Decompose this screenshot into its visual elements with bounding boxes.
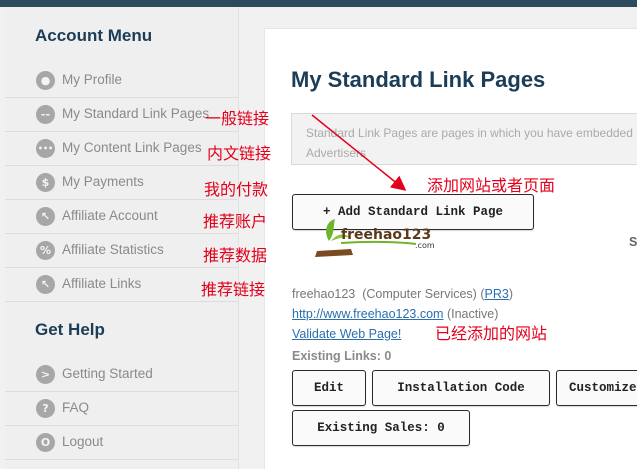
cursor-icon: ↖ bbox=[36, 275, 55, 294]
link-icon: -- bbox=[36, 105, 55, 124]
annotation-content-links: 内文链接 bbox=[207, 144, 272, 163]
sidebar-item-label: My Content Link Pages bbox=[62, 140, 202, 155]
account-menu-title: Account Menu bbox=[35, 26, 153, 45]
existing-links: Existing Links: 0 bbox=[292, 349, 391, 363]
annotation-added-site: 已经添加的网站 bbox=[435, 324, 548, 343]
sidebar-item-my-profile[interactable]: ● My Profile bbox=[5, 64, 238, 98]
sidebar: Account Menu ● My Profile -- My Standard… bbox=[5, 7, 239, 469]
dots-icon: ••• bbox=[36, 139, 55, 158]
percent-icon: % bbox=[36, 241, 55, 260]
sidebar-item-faq[interactable]: ? FAQ bbox=[5, 392, 238, 426]
annotation-payments: 我的付款 bbox=[204, 180, 269, 199]
top-bar bbox=[0, 0, 637, 7]
pr-close: ) bbox=[508, 287, 513, 301]
site-url-line: http://www.freehao123.com (Inactive) bbox=[292, 307, 498, 321]
main-content: My Standard Link Pages Standard Link Pag… bbox=[264, 28, 637, 469]
sidebar-item-label: Affiliate Statistics bbox=[62, 242, 164, 257]
site-name: freehao123 bbox=[292, 287, 356, 301]
dollar-icon: $ bbox=[36, 173, 55, 192]
annotation-add-site: 添加网站或者页面 bbox=[427, 176, 556, 195]
logo-suffix: .com bbox=[415, 241, 435, 250]
user-icon: ● bbox=[36, 71, 55, 90]
installation-code-button[interactable]: Installation Code bbox=[372, 370, 550, 406]
chevron-right-icon: > bbox=[36, 365, 55, 384]
question-icon: ? bbox=[36, 399, 55, 418]
page-title: My Standard Link Pages bbox=[291, 67, 546, 92]
sidebar-item-getting-started[interactable]: > Getting Started bbox=[5, 358, 238, 392]
get-help-title: Get Help bbox=[35, 320, 105, 339]
annotation-affiliate-statistics: 推荐数据 bbox=[203, 246, 268, 265]
existing-links-value: 0 bbox=[384, 349, 392, 363]
annotation-affiliate-account: 推荐账户 bbox=[203, 212, 268, 231]
sidebar-item-standard-link-pages[interactable]: -- My Standard Link Pages bbox=[5, 98, 238, 132]
info-box: Standard Link Pages are pages in which y… bbox=[291, 113, 637, 165]
power-icon: O bbox=[36, 433, 55, 452]
annotation-standard-links: 一般链接 bbox=[205, 109, 270, 128]
edge-letter: S bbox=[629, 235, 637, 249]
site-info-line: freehao123 (Computer Services) (PR3) bbox=[292, 287, 513, 301]
browser-viewport: Account Menu ● My Profile -- My Standard… bbox=[0, 0, 637, 469]
sidebar-item-logout[interactable]: O Logout bbox=[5, 426, 238, 460]
pagerank-link[interactable]: PR3 bbox=[485, 287, 509, 301]
site-category: (Computer Services) bbox=[362, 287, 477, 301]
freehao123-logo: freehao123 .com bbox=[315, 219, 435, 257]
cursor-icon: ↖ bbox=[36, 207, 55, 226]
sidebar-item-label: Logout bbox=[62, 434, 104, 449]
sidebar-item-label: My Payments bbox=[62, 174, 144, 189]
validate-web-page-link[interactable]: Validate Web Page! bbox=[292, 327, 401, 341]
info-text: Standard Link Pages are pages in which y… bbox=[306, 126, 633, 160]
annotation-affiliate-links: 推荐链接 bbox=[201, 280, 266, 299]
customize-button[interactable]: Customize bbox=[556, 370, 637, 406]
site-url-link[interactable]: http://www.freehao123.com bbox=[292, 307, 443, 321]
sidebar-item-label: My Profile bbox=[62, 72, 123, 87]
site-status: (Inactive) bbox=[446, 307, 499, 321]
existing-links-label: Existing Links: bbox=[292, 349, 381, 363]
validate-line: Validate Web Page! bbox=[292, 327, 401, 341]
edit-button[interactable]: Edit bbox=[292, 370, 366, 406]
sidebar-item-label: Affiliate Account bbox=[62, 208, 158, 223]
sidebar-item-label: Getting Started bbox=[62, 366, 153, 381]
sidebar-item-label: FAQ bbox=[62, 400, 90, 415]
sidebar-item-label: My Standard Link Pages bbox=[62, 106, 210, 121]
existing-sales-button[interactable]: Existing Sales: 0 bbox=[292, 410, 470, 446]
sidebar-item-label: Affiliate Links bbox=[62, 276, 142, 291]
sidebar-item-content-link-pages[interactable]: ••• My Content Link Pages bbox=[5, 132, 238, 166]
